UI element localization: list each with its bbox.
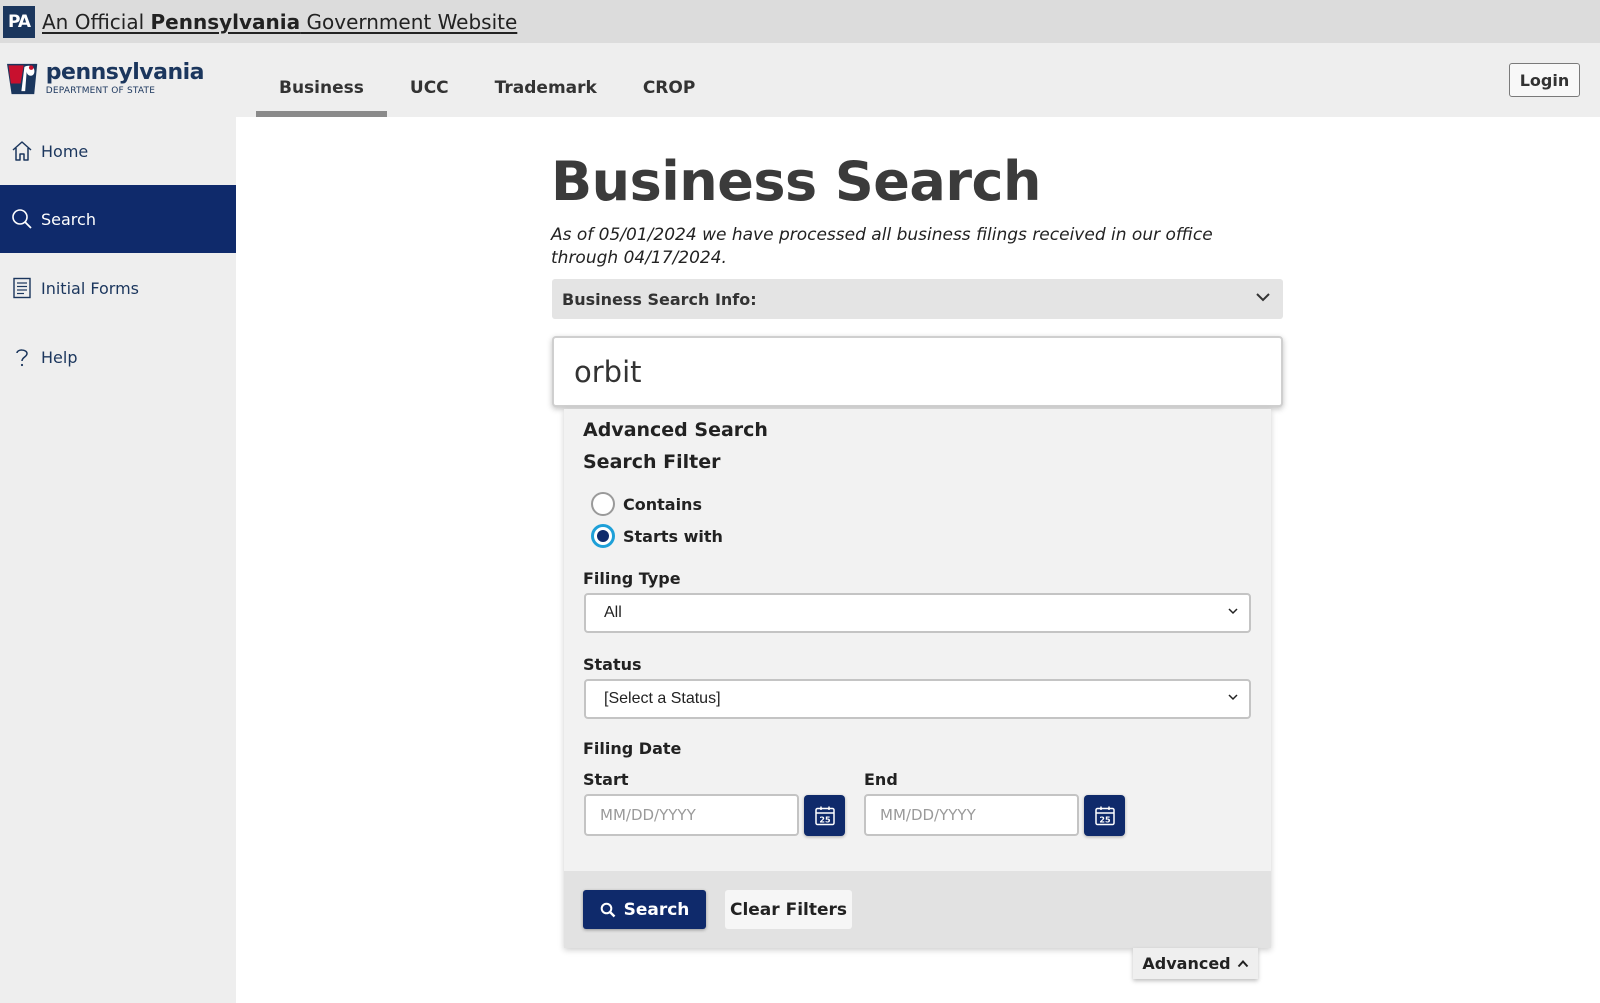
sidebar-item-label: Search — [41, 209, 96, 229]
keystone-logo-icon — [7, 63, 38, 95]
login-button[interactable]: Login — [1509, 63, 1580, 97]
chevron-down-icon — [1227, 604, 1239, 622]
advanced-toggle-button[interactable]: Advanced — [1133, 948, 1258, 979]
calendar-day: 25 — [819, 815, 831, 824]
page-title: Business Search — [551, 150, 1041, 213]
contains-radio[interactable] — [591, 492, 615, 516]
end-date-label: End — [864, 770, 898, 789]
filing-type-value: All — [604, 604, 622, 621]
advanced-search-panel: Advanced Search Search Filter Contains S… — [564, 409, 1271, 948]
info-bar-label: Business Search Info: — [562, 289, 757, 309]
chevron-down-icon — [1227, 690, 1239, 708]
filter-option-contains[interactable]: Contains — [591, 492, 702, 516]
end-date-input[interactable] — [864, 794, 1079, 836]
calendar-day: 25 — [1099, 815, 1111, 824]
tab-trademark[interactable]: Trademark — [472, 43, 620, 117]
search-icon — [11, 208, 33, 230]
home-icon — [11, 140, 33, 162]
processing-notice: As of 05/01/2024 we have processed all b… — [551, 225, 1213, 268]
official-website-link[interactable]: An Official Pennsylvania Government Webs… — [42, 10, 517, 34]
tab-ucc[interactable]: UCC — [387, 43, 472, 117]
pa-badge-icon: PA — [3, 5, 35, 38]
sidebar-item-label: Home — [41, 141, 89, 161]
search-filter-title: Search Filter — [583, 451, 721, 473]
tab-crop[interactable]: CROP — [620, 43, 718, 117]
sidebar-item-help[interactable]: Help — [0, 323, 236, 391]
sidebar: Home Search Initial Forms Help — [0, 117, 236, 1003]
sidebar-item-home[interactable]: Home — [0, 117, 236, 185]
clear-filters-button[interactable]: Clear Filters — [725, 890, 852, 929]
sidebar-item-label: Help — [41, 347, 78, 367]
sidebar-item-label: Initial Forms — [41, 278, 139, 298]
banner-text-pre: An Official — [42, 9, 151, 34]
end-calendar-button[interactable]: 25 — [1084, 795, 1125, 836]
filing-date-label: Filing Date — [583, 739, 682, 758]
start-date-label: Start — [583, 770, 629, 789]
top-nav-tabs: Business UCC Trademark CROP — [256, 43, 718, 117]
filing-type-label: Filing Type — [583, 569, 681, 588]
chevron-down-icon — [1255, 289, 1271, 309]
filter-option-label: Contains — [623, 494, 702, 514]
starts-with-radio[interactable] — [591, 524, 615, 548]
search-button[interactable]: Search — [583, 890, 706, 929]
status-label: Status — [583, 655, 642, 674]
search-button-label: Search — [623, 899, 690, 920]
filter-option-label: Starts with — [623, 526, 723, 546]
sidebar-item-initial-forms[interactable]: Initial Forms — [0, 254, 236, 322]
forms-icon — [11, 277, 33, 299]
advanced-search-footer: Search Clear Filters — [564, 871, 1271, 948]
logo-subtitle: DEPARTMENT OF STATE — [45, 86, 156, 96]
status-value: [Select a Status] — [604, 690, 721, 707]
filter-option-starts-with[interactable]: Starts with — [591, 524, 723, 548]
calendar-icon: 25 — [814, 806, 835, 825]
chevron-up-icon — [1237, 958, 1249, 970]
calendar-icon: 25 — [1094, 806, 1115, 825]
official-banner: PA An Official Pennsylvania Government W… — [0, 0, 1600, 43]
sidebar-item-search[interactable]: Search — [0, 185, 236, 253]
site-header: pennsylvania DEPARTMENT OF STATE Busines… — [0, 43, 1600, 117]
help-icon — [11, 346, 33, 368]
status-select[interactable]: [Select a Status] — [584, 679, 1251, 719]
business-search-input[interactable] — [552, 336, 1283, 407]
advanced-toggle-label: Advanced — [1142, 954, 1231, 973]
search-icon — [600, 902, 616, 918]
filing-type-select[interactable]: All — [584, 593, 1251, 633]
dos-logo[interactable]: pennsylvania DEPARTMENT OF STATE — [4, 55, 205, 103]
business-search-info-toggle[interactable]: Business Search Info: — [552, 279, 1283, 319]
banner-text-post: Government Website — [300, 9, 518, 34]
banner-text-state: Pennsylvania — [150, 9, 301, 34]
advanced-search-title: Advanced Search — [583, 419, 768, 441]
start-calendar-button[interactable]: 25 — [804, 795, 845, 836]
start-date-input[interactable] — [584, 794, 799, 836]
logo-name: pennsylvania — [45, 60, 205, 85]
tab-business[interactable]: Business — [256, 43, 387, 117]
